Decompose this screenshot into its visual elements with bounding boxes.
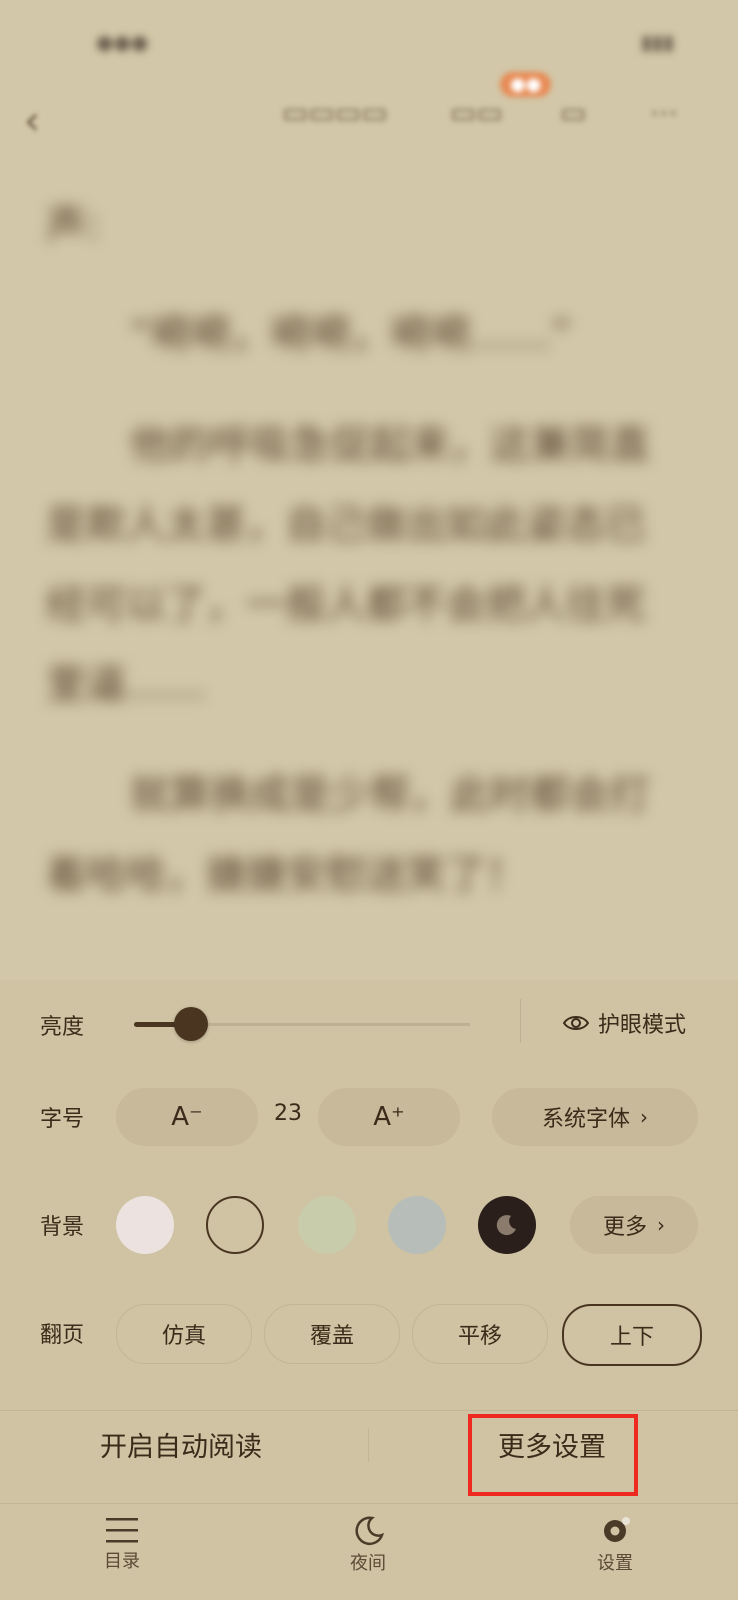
background-more-button[interactable]: 更多 › bbox=[570, 1196, 698, 1254]
book-line: 他的呼吸急促起来，这兼简直 bbox=[130, 422, 650, 468]
brightness-label: 亮度 bbox=[40, 1015, 85, 1040]
status-bar: ●●● ▮▮▮ bbox=[0, 0, 738, 80]
divider bbox=[520, 999, 521, 1043]
background-label: 背景 bbox=[40, 1215, 85, 1240]
background-more-label: 更多 bbox=[602, 1215, 647, 1240]
nav-item-night[interactable]: 夜间 bbox=[318, 1515, 418, 1575]
eye-mode-button[interactable]: 护眼模式 bbox=[562, 1003, 686, 1043]
menu-icon bbox=[106, 1518, 138, 1543]
eye-mode-label: 护眼模式 bbox=[598, 1013, 687, 1038]
notification-badge: ●● bbox=[500, 72, 552, 97]
divider bbox=[0, 1503, 738, 1504]
settings-panel: 亮度 护眼模式 字号 A⁻ 23 A⁺ 系统字体 › 背景 更多 › 翻页 仿真… bbox=[0, 985, 738, 1600]
chevron-right-icon: › bbox=[657, 1213, 665, 1237]
more-options-icon[interactable]: ⋯ bbox=[650, 96, 678, 129]
background-row: 背景 更多 › bbox=[0, 1185, 738, 1265]
top-bar-item-blurred-2[interactable]: ▭ bbox=[560, 96, 586, 129]
reader-view: ●●● ▮▮▮ ‹ ▭▭▭▭ ▭▭ ●● ▭ ⋯ 声: “嗬嗬，嗬嗬，嗬嗬……”… bbox=[0, 0, 738, 980]
background-swatch-green[interactable] bbox=[298, 1196, 356, 1254]
page-turn-option-slide[interactable]: 平移 bbox=[412, 1304, 548, 1364]
moon-icon bbox=[355, 1516, 385, 1545]
nav-item-settings[interactable]: 设置 bbox=[565, 1515, 665, 1575]
book-line: 着哈哈，搪搪安慰送笑了！ bbox=[46, 852, 526, 898]
nav-label-settings: 设置 bbox=[597, 1553, 633, 1574]
book-line: 是欺人太甚，自己做出如此姿态已 bbox=[46, 502, 646, 548]
page-turn-option-vertical[interactable]: 上下 bbox=[562, 1304, 702, 1366]
book-text: 声: “嗬嗬，嗬嗬，嗬嗬……” 他的呼吸急促起来，这兼简直 是欺人太甚，自己做出… bbox=[46, 185, 696, 915]
highlight-box bbox=[468, 1414, 638, 1496]
book-line: 经可以了，一般人都不会把人往死 bbox=[46, 582, 646, 628]
status-left: ●●● bbox=[96, 30, 149, 54]
download-item-blurred[interactable]: ▭▭ bbox=[450, 96, 503, 129]
brightness-row: 亮度 护眼模式 bbox=[0, 985, 738, 1065]
font-size-label: 字号 bbox=[40, 1107, 85, 1132]
nav-label-night: 夜间 bbox=[350, 1553, 386, 1574]
eye-icon bbox=[562, 1016, 590, 1030]
system-font-button[interactable]: 系统字体 › bbox=[492, 1088, 698, 1146]
book-line: “嗬嗬，嗬嗬，嗬嗬……” bbox=[130, 312, 572, 358]
system-font-label: 系统字体 bbox=[541, 1107, 630, 1132]
background-swatch-beige[interactable] bbox=[206, 1196, 264, 1254]
divider bbox=[368, 1428, 369, 1462]
brightness-slider-handle[interactable] bbox=[174, 1007, 209, 1041]
back-arrow-icon[interactable]: ‹ bbox=[24, 98, 40, 144]
nav-label-toc: 目录 bbox=[104, 1551, 140, 1572]
book-line: 里逼…… bbox=[46, 662, 206, 708]
font-increase-button[interactable]: A⁺ bbox=[318, 1088, 460, 1146]
settings-icon bbox=[604, 1517, 630, 1542]
font-size-value: 23 bbox=[274, 1101, 302, 1126]
auto-read-button[interactable]: 开启自动阅读 bbox=[100, 1398, 262, 1490]
chevron-right-icon: › bbox=[640, 1105, 648, 1129]
book-line: 声: bbox=[46, 202, 100, 248]
font-size-row: 字号 A⁻ 23 A⁺ 系统字体 › bbox=[0, 1077, 738, 1157]
page-turn-option-simulation[interactable]: 仿真 bbox=[116, 1304, 252, 1364]
page-turn-label: 翻页 bbox=[40, 1323, 85, 1348]
moon-icon bbox=[496, 1215, 516, 1236]
status-right: ▮▮▮ bbox=[640, 30, 674, 54]
reader-top-bar: ‹ ▭▭▭▭ ▭▭ ●● ▭ ⋯ bbox=[0, 72, 738, 160]
nav-item-toc[interactable]: 目录 bbox=[72, 1515, 172, 1573]
top-bar-item-blurred[interactable]: ▭▭▭▭ bbox=[282, 96, 388, 129]
page-turn-row: 翻页 仿真 覆盖 平移 上下 bbox=[0, 1293, 738, 1373]
font-decrease-button[interactable]: A⁻ bbox=[116, 1088, 258, 1146]
book-line: 就算换成是少帮，此时都会打 bbox=[130, 772, 650, 818]
background-swatch-night[interactable] bbox=[478, 1196, 536, 1254]
background-swatch-white[interactable] bbox=[116, 1196, 174, 1254]
page-turn-option-cover[interactable]: 覆盖 bbox=[264, 1304, 400, 1364]
background-swatch-blue[interactable] bbox=[388, 1196, 446, 1254]
